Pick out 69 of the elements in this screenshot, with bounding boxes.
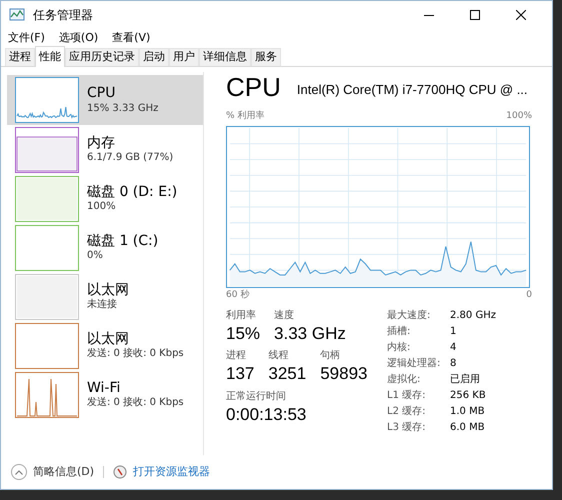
- stat-value: 3.33 GHz: [274, 323, 346, 344]
- graph-end: 0: [526, 288, 532, 302]
- menu-item[interactable]: 查看(V): [109, 30, 154, 46]
- device-detail: 15% 3.33 GHz: [87, 102, 158, 115]
- close-icon: [516, 10, 526, 20]
- spec-value: 256 KB: [450, 389, 487, 403]
- spec-value: 2.80 GHz: [450, 309, 496, 323]
- device-name: 内存: [87, 134, 116, 152]
- device-detail: 发送: 0 接收: 0 Kbps: [87, 348, 184, 360]
- device-name: Wi-Fi: [87, 380, 122, 397]
- device-name: 磁盘 1 (C:): [87, 232, 158, 250]
- stat-label: 线程: [268, 348, 290, 364]
- spec-label: L3 缓存:: [387, 420, 426, 435]
- tab[interactable]: 详细信息: [199, 48, 251, 66]
- tab[interactable]: 性能: [35, 46, 65, 67]
- device-name: 以太网: [87, 282, 129, 298]
- graph-start: 60 秒: [226, 288, 250, 302]
- menu-item[interactable]: 选项(O): [56, 30, 102, 46]
- spec-value: 4: [450, 341, 458, 355]
- chevron-up-icon: [15, 470, 23, 474]
- tab[interactable]: 服务: [251, 48, 281, 66]
- tab[interactable]: 应用历史记录: [65, 48, 139, 66]
- stat-label: 正常运行时间: [226, 390, 287, 404]
- spec-label: 逻辑处理器:: [387, 356, 442, 371]
- gauge-icon: [113, 465, 128, 479]
- maximize-icon: [470, 10, 480, 20]
- collapse-button[interactable]: [11, 464, 27, 480]
- graph-label: % 利用率: [226, 110, 264, 123]
- tab[interactable]: 启动: [139, 48, 169, 66]
- summary-link[interactable]: 简略信息(D): [33, 464, 94, 480]
- device-name: 磁盘 0 (D: E:): [87, 184, 178, 201]
- device-detail: 100%: [87, 201, 117, 214]
- spec-value: 1: [450, 325, 458, 339]
- detail-title: CPU: [226, 74, 281, 100]
- spec-value: 6.0 MB: [450, 421, 486, 435]
- spec-label: 最大速度:: [387, 308, 432, 323]
- minimize-icon: [424, 14, 434, 16]
- device-name: 以太网: [87, 330, 130, 348]
- menu-item[interactable]: 文件(F): [5, 30, 48, 46]
- device-detail: 0%: [87, 250, 104, 262]
- app-icon: [9, 8, 25, 22]
- stat-label: 利用率: [226, 308, 257, 323]
- stat-label: 句柄: [320, 348, 342, 364]
- stat-label: 进程: [226, 348, 247, 364]
- stat-value: 3251: [268, 363, 306, 384]
- stat-value: 0:00:13:53: [226, 404, 308, 425]
- stat-value: 59893: [320, 363, 368, 384]
- device-detail: 发送: 0 接收: 0 Kbps: [87, 397, 184, 410]
- device-detail: 6.1/7.9 GB (77%): [87, 152, 174, 164]
- tab[interactable]: 用户: [169, 48, 199, 66]
- spec-value: 已启用: [450, 372, 481, 387]
- processor-model: Intel(R) Core(TM) i7-7700HQ CPU @ ...: [296, 80, 528, 99]
- tab[interactable]: 进程: [5, 48, 35, 66]
- graph-max: 100%: [506, 110, 532, 123]
- window-title: 任务管理器: [33, 7, 93, 24]
- spec-label: 插槽:: [387, 324, 412, 339]
- sidebar-item[interactable]: CPU 15% 3.33 GHz: [7, 75, 203, 125]
- stat-value: 15%: [226, 323, 260, 344]
- device-name: CPU: [87, 85, 116, 102]
- device-detail: 未连接: [87, 299, 118, 312]
- spec-value: 1.0 MB: [450, 405, 486, 419]
- resource-monitor-link[interactable]: 打开资源监视器: [133, 464, 210, 480]
- stat-value: 137: [226, 363, 254, 384]
- spec-value: 8: [450, 357, 458, 371]
- stat-label: 速度: [274, 308, 296, 323]
- spec-label: L2 缓存:: [387, 404, 426, 419]
- spec-label: L1 缓存:: [387, 388, 426, 403]
- spec-label: 内核:: [387, 340, 412, 355]
- spec-label: 虚拟化:: [387, 372, 422, 387]
